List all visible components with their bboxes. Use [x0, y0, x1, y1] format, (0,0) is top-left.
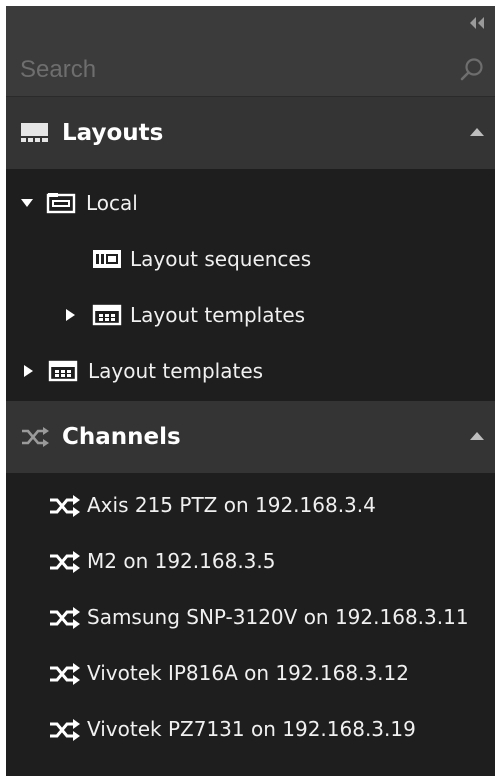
- folder-icon: [46, 193, 76, 214]
- side-panel: Layouts Local L: [6, 6, 495, 776]
- tree-item-layout-sequences[interactable]: Layout sequences: [6, 231, 495, 287]
- shuffle-icon: [50, 607, 80, 629]
- chevron-up-icon[interactable]: [469, 431, 485, 441]
- channel-item[interactable]: Axis 215 PTZ on 192.168.3.4: [6, 477, 495, 533]
- shuffle-icon: [50, 719, 80, 741]
- search-icon[interactable]: [459, 57, 485, 83]
- tree-item-local[interactable]: Local: [6, 175, 495, 231]
- channel-item[interactable]: Samsung SNP-3120V on 192.168.3.11: [6, 589, 495, 645]
- double-chevron-left-icon[interactable]: [469, 16, 485, 30]
- layout-template-icon: [48, 360, 78, 382]
- layout-template-icon: [92, 304, 122, 326]
- layouts-section-header[interactable]: Layouts: [6, 97, 495, 169]
- layout-grid-icon: [21, 123, 48, 142]
- channels-section-header[interactable]: Channels: [6, 401, 495, 473]
- caret-right-icon[interactable]: [64, 308, 76, 322]
- tree-item-layout-templates[interactable]: Layout templates: [6, 343, 495, 399]
- layout-sequence-icon: [93, 250, 121, 268]
- caret-right-icon[interactable]: [22, 364, 34, 378]
- search-bar: [6, 42, 495, 97]
- panel-topbar: [6, 6, 495, 42]
- channels-section-title: Channels: [62, 424, 181, 450]
- tree-item-layout-templates-nested[interactable]: Layout templates: [6, 287, 495, 343]
- channel-item[interactable]: Vivotek IP816A on 192.168.3.12: [6, 645, 495, 701]
- channel-label: Vivotek IP816A on 192.168.3.12: [87, 661, 409, 685]
- shuffle-icon: [50, 551, 80, 573]
- tree-item-label: Layout templates: [130, 303, 306, 327]
- search-input[interactable]: [18, 52, 442, 88]
- shuffle-icon: [50, 495, 80, 517]
- chevron-up-icon[interactable]: [469, 127, 485, 137]
- channel-label: Axis 215 PTZ on 192.168.3.4: [87, 493, 376, 517]
- channel-label: Vivotek PZ7131 on 192.168.3.19: [87, 717, 416, 741]
- tree-item-label: Local: [86, 191, 138, 215]
- shuffle-icon: [50, 663, 80, 685]
- tree-item-label: Layout sequences: [130, 247, 312, 271]
- caret-down-icon[interactable]: [20, 198, 34, 208]
- channel-label: Samsung SNP-3120V on 192.168.3.11: [87, 605, 469, 629]
- channel-item[interactable]: M2 on 192.168.3.5: [6, 533, 495, 589]
- layouts-tree: Local Layout sequences Layout templates …: [6, 169, 495, 399]
- layouts-section-title: Layouts: [62, 120, 164, 146]
- channels-list: Axis 215 PTZ on 192.168.3.4 M2 on 192.16…: [6, 473, 495, 757]
- channel-label: M2 on 192.168.3.5: [87, 549, 276, 573]
- channel-item[interactable]: Vivotek PZ7131 on 192.168.3.19: [6, 701, 495, 757]
- shuffle-icon: [22, 427, 49, 447]
- tree-item-label: Layout templates: [88, 359, 264, 383]
